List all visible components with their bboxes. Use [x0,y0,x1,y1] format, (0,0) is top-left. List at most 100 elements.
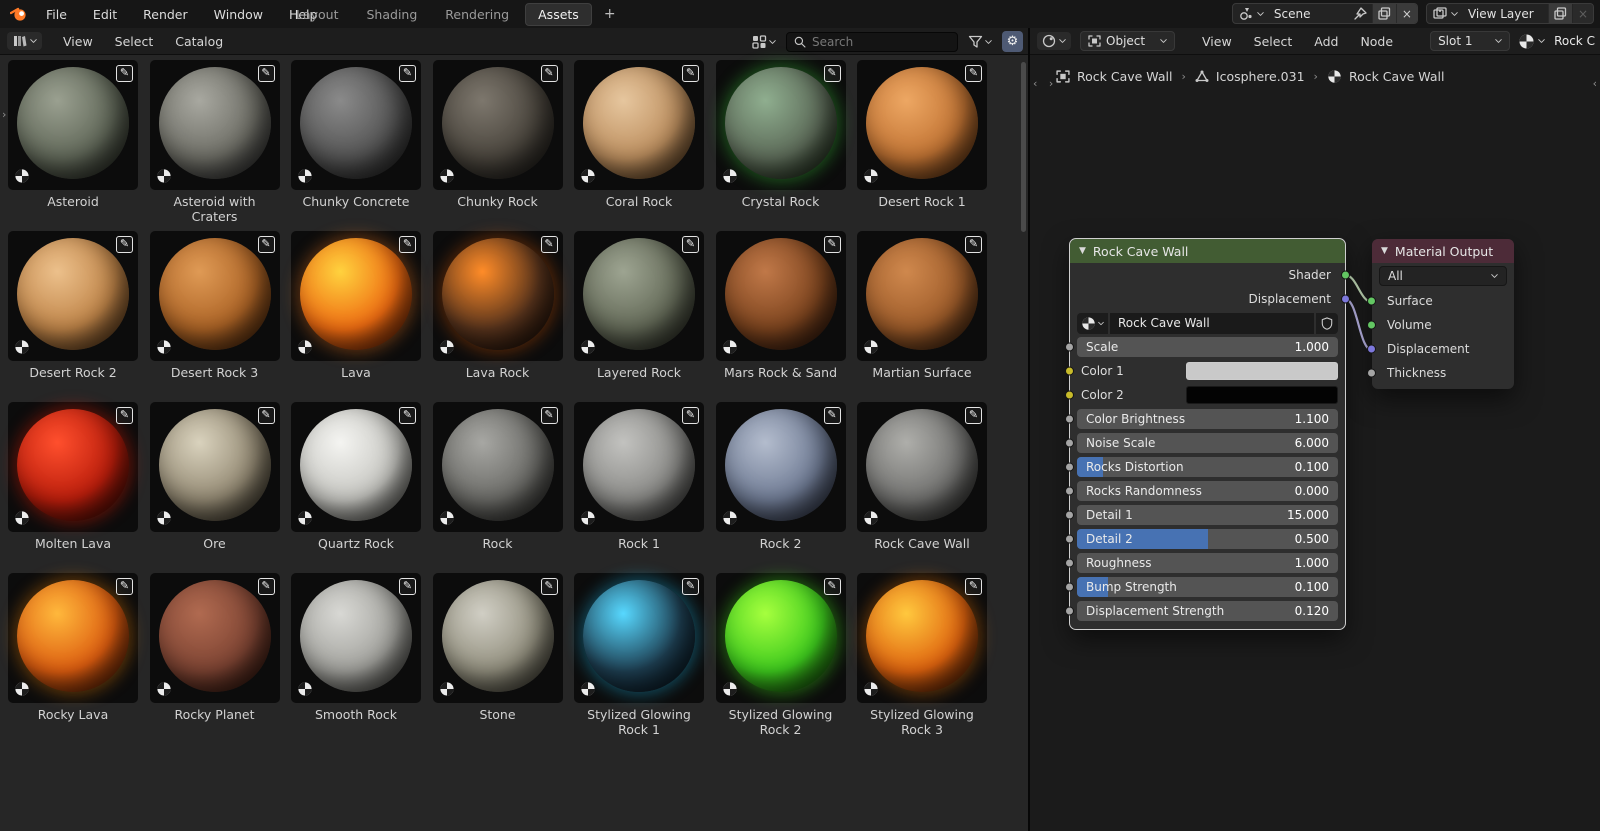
asset-tile[interactable]: ✎ Chunky Rock [433,60,563,231]
search-input[interactable] [812,35,932,49]
input-socket[interactable] [1065,463,1074,472]
asset-thumbnail[interactable]: ✎ [574,231,704,361]
node-material-browse-button[interactable] [1077,313,1108,334]
view-layer-new-button[interactable] [1548,4,1572,23]
ab-menu-catalog[interactable]: Catalog [164,29,234,54]
input-slider[interactable]: Detail 1 15.000 [1077,505,1338,525]
shader-type-dropdown[interactable]: Object [1080,31,1175,51]
material-name-field[interactable]: Rock C [1548,34,1595,48]
se-menu-add[interactable]: Add [1303,29,1349,54]
asset-thumbnail[interactable]: ✎ [8,402,138,532]
view-layer-remove-button[interactable]: × [1572,4,1593,23]
input-socket[interactable] [1065,559,1074,568]
scene-new-button[interactable] [1372,4,1396,23]
asset-tile[interactable]: ✎ Rocky Lava [8,573,138,744]
asset-tile[interactable]: ✎ Stylized Glowing Rock 3 [857,573,987,744]
asset-thumbnail[interactable]: ✎ [291,402,421,532]
input-slider[interactable]: Rocks Distortion 0.100 [1077,457,1338,477]
asset-thumbnail[interactable]: ✎ [150,60,280,190]
input-socket[interactable] [1065,343,1074,352]
input-socket[interactable] [1367,297,1376,306]
output-node-header[interactable]: ▼ Material Output [1372,239,1514,263]
region-expand-arrow[interactable]: › [2,108,6,121]
input-slider[interactable]: Roughness 1.000 [1077,553,1338,573]
asset-tile[interactable]: ✎ Desert Rock 2 [8,231,138,402]
asset-tile[interactable]: ✎ Mars Rock & Sand [716,231,846,402]
asset-thumbnail[interactable]: ✎ [857,60,987,190]
input-socket[interactable] [1065,511,1074,520]
input-socket[interactable] [1065,535,1074,544]
menu-window[interactable]: Window [201,2,276,27]
material-output-node[interactable]: ▼ Material Output All Surface Volume Dis… [1372,239,1514,389]
asset-thumbnail[interactable]: ✎ [150,231,280,361]
input-socket[interactable] [1367,321,1376,330]
display-mode-button[interactable] [749,33,779,51]
ab-menu-view[interactable]: View [52,29,104,54]
asset-thumbnail[interactable]: ✎ [8,231,138,361]
input-slider[interactable]: Bump Strength 0.100 [1077,577,1338,597]
region-collapse-arrows[interactable]: ‹ › [1033,77,1057,90]
input-slider[interactable]: Displacement Strength 0.120 [1077,601,1338,621]
asset-tile[interactable]: ✎ Stone [433,573,563,744]
input-socket[interactable] [1065,487,1074,496]
tab-assets[interactable]: Assets [525,3,592,26]
input-slider[interactable]: Noise Scale 6.000 [1077,433,1338,453]
asset-tile[interactable]: ✎ Lava [291,231,421,402]
output-socket[interactable] [1341,295,1350,304]
asset-tile[interactable]: ✎ Rock 1 [574,402,704,573]
asset-thumbnail[interactable]: ✎ [716,573,846,703]
se-menu-view[interactable]: View [1191,29,1243,54]
asset-thumbnail[interactable]: ✎ [291,573,421,703]
region-collapse-arrow-right[interactable]: ‹ [1593,77,1597,90]
asset-thumbnail[interactable]: ✎ [716,60,846,190]
filter-button[interactable] [965,33,995,51]
menu-render[interactable]: Render [130,2,201,27]
asset-tile[interactable]: ✎ Crystal Rock [716,60,846,231]
asset-tile[interactable]: ✎ Rock Cave Wall [857,402,987,573]
output-target-dropdown[interactable]: All [1379,266,1507,286]
asset-thumbnail[interactable]: ✎ [716,231,846,361]
scene-unlink-button[interactable]: × [1396,4,1417,23]
color-swatch[interactable] [1186,386,1338,404]
editor-type-button[interactable] [1037,32,1071,50]
asset-thumbnail[interactable]: ✎ [574,402,704,532]
input-socket[interactable] [1367,369,1376,378]
group-node-header[interactable]: ▼ Rock Cave Wall [1070,239,1345,263]
blender-logo-icon[interactable] [10,7,27,22]
asset-tile[interactable]: ✎ Coral Rock [574,60,704,231]
view-layer-browse-button[interactable] [1427,4,1464,23]
input-socket[interactable] [1065,391,1074,400]
asset-thumbnail[interactable]: ✎ [574,60,704,190]
ab-menu-select[interactable]: Select [104,29,165,54]
asset-tile[interactable]: ✎ Molten Lava [8,402,138,573]
se-menu-select[interactable]: Select [1243,29,1304,54]
menu-edit[interactable]: Edit [80,2,130,27]
node-material-name[interactable]: Rock Cave Wall [1110,313,1314,334]
scene-name[interactable]: Scene [1270,7,1354,21]
asset-thumbnail[interactable]: ✎ [857,573,987,703]
asset-thumbnail[interactable]: ✎ [291,60,421,190]
node-canvas[interactable]: ‹ › ‹ Rock Cave Wall › Icosphere.031 › R… [1030,55,1600,831]
asset-thumbnail[interactable]: ✎ [857,402,987,532]
asset-tile[interactable]: ✎ Layered Rock [574,231,704,402]
input-socket[interactable] [1065,415,1074,424]
asset-thumbnail[interactable]: ✎ [433,60,563,190]
asset-thumbnail[interactable]: ✎ [716,402,846,532]
asset-thumbnail[interactable]: ✎ [8,60,138,190]
input-socket[interactable] [1065,367,1074,376]
asset-tile[interactable]: ✎ Asteroid with Craters [150,60,280,231]
asset-tile[interactable]: ✎ Smooth Rock [291,573,421,744]
asset-thumbnail[interactable]: ✎ [574,573,704,703]
scene-browse-button[interactable] [1233,4,1270,23]
editor-divider[interactable] [1028,28,1030,831]
input-slider[interactable]: Scale 1.000 [1077,337,1338,357]
input-socket[interactable] [1065,439,1074,448]
asset-thumbnail[interactable]: ✎ [150,573,280,703]
asset-settings-button[interactable]: ⚙ [1002,31,1023,52]
asset-tile[interactable]: ✎ Lava Rock [433,231,563,402]
editor-type-button[interactable] [7,32,42,50]
asset-tile[interactable]: ✎ Desert Rock 3 [150,231,280,402]
slot-dropdown[interactable]: Slot 1 [1430,31,1510,51]
asset-thumbnail[interactable]: ✎ [291,231,421,361]
asset-tile[interactable]: ✎ Stylized Glowing Rock 1 [574,573,704,744]
